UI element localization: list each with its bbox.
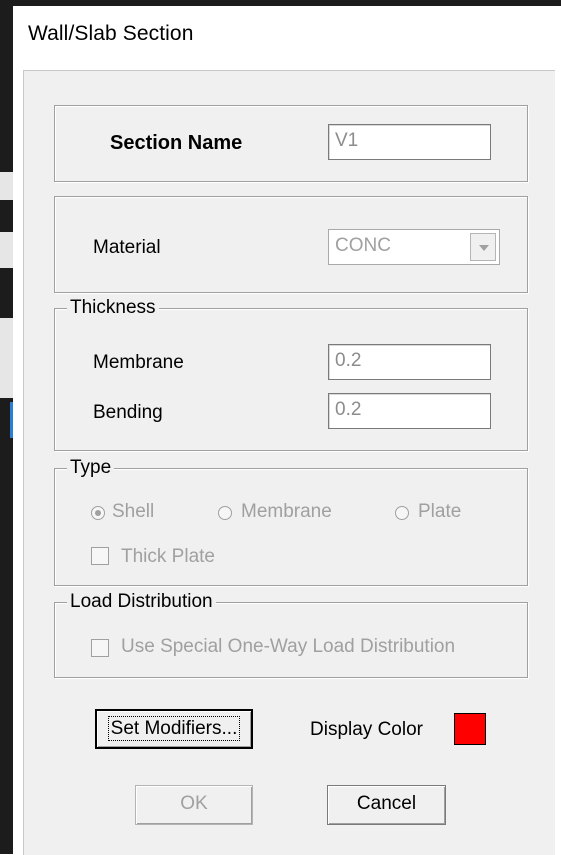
load-distribution-legend: Load Distribution: [67, 591, 216, 613]
material-select[interactable]: CONC: [328, 229, 500, 265]
thickness-group: Thickness Membrane 0.2 Bending 0.2: [54, 297, 528, 451]
bending-thickness-input[interactable]: 0.2: [328, 393, 491, 429]
membrane-label: Membrane: [93, 352, 184, 373]
background-fragment: [0, 232, 13, 268]
one-way-load-label[interactable]: Use Special One-Way Load Distribution: [121, 636, 455, 658]
thick-plate-label[interactable]: Thick Plate: [121, 546, 215, 568]
shell-radio[interactable]: [91, 506, 105, 520]
background-fragment: [0, 318, 13, 398]
type-legend: Type: [67, 457, 115, 479]
title-bar[interactable]: Wall/Slab Section: [13, 6, 561, 62]
load-distribution-group: Load Distribution Use Special One-Way Lo…: [54, 591, 528, 678]
membrane-thickness-input[interactable]: 0.2: [328, 344, 491, 380]
display-color-label: Display Color: [310, 719, 423, 740]
set-modifiers-label: Set Modifiers...: [107, 716, 241, 741]
thick-plate-checkbox[interactable]: [91, 547, 109, 565]
membrane-type-label[interactable]: Membrane: [241, 501, 332, 523]
window-title: Wall/Slab Section: [28, 22, 194, 45]
membrane-radio[interactable]: [218, 506, 232, 520]
section-name-group: Section Name V1: [54, 105, 528, 182]
plate-radio[interactable]: [395, 506, 409, 520]
display-color-swatch[interactable]: [454, 713, 486, 745]
dialog-body: Section Name V1 Material CONC Thickness …: [23, 70, 555, 855]
material-group: Material CONC: [54, 196, 528, 293]
type-group: Type Shell Membrane Plate Thick Plate: [54, 457, 528, 586]
material-selected-value: CONC: [335, 235, 391, 256]
shell-label[interactable]: Shell: [112, 501, 154, 523]
background-fragment: [0, 172, 13, 200]
set-modifiers-button[interactable]: Set Modifiers...: [95, 709, 253, 749]
material-label: Material: [93, 237, 161, 258]
cancel-button[interactable]: Cancel: [327, 785, 446, 825]
plate-label[interactable]: Plate: [418, 501, 461, 523]
section-name-input[interactable]: V1: [328, 124, 491, 160]
background-window-edge: [0, 0, 13, 854]
section-name-label: Section Name: [110, 132, 243, 154]
one-way-load-checkbox[interactable]: [91, 639, 109, 657]
wall-slab-section-dialog: Wall/Slab Section Section Name V1 Materi…: [13, 6, 561, 855]
bending-label: Bending: [93, 402, 163, 423]
ok-button[interactable]: OK: [135, 785, 253, 825]
thickness-legend: Thickness: [67, 297, 159, 319]
chevron-down-icon[interactable]: [470, 233, 496, 261]
